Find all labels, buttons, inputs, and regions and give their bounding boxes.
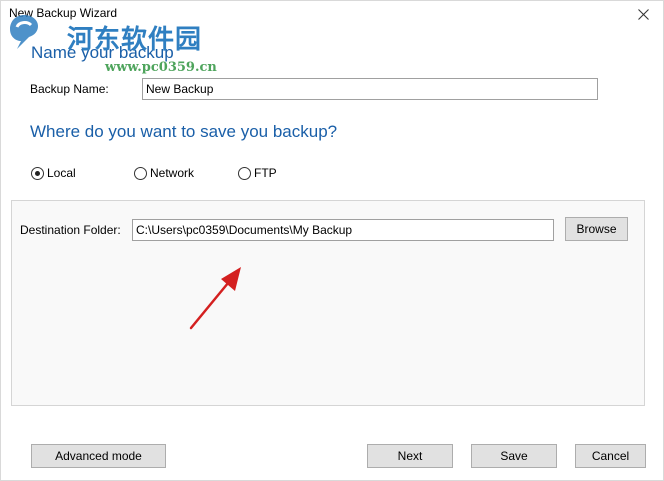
backup-name-label: Backup Name:: [30, 82, 109, 96]
new-backup-wizard-window: New Backup Wizard Name your backup 河东软件园…: [0, 0, 664, 481]
window-title: New Backup Wizard: [9, 6, 118, 20]
close-icon: [637, 8, 649, 20]
backup-name-input[interactable]: New Backup: [142, 78, 598, 100]
radio-ftp-label: FTP: [254, 166, 277, 180]
radio-network[interactable]: Network: [134, 166, 194, 180]
destination-folder-label: Destination Folder:: [20, 223, 121, 237]
radio-network-label: Network: [150, 166, 195, 180]
browse-button[interactable]: Browse: [565, 217, 628, 241]
close-button[interactable]: [629, 3, 657, 25]
title-bar: New Backup Wizard: [1, 1, 663, 27]
save-location-heading: Where do you want to save you backup?: [30, 122, 338, 141]
radio-selected-icon: [31, 166, 44, 180]
annotation-arrow-icon: [189, 267, 241, 330]
destination-folder-input[interactable]: C:\Users\pc0359\Documents\My Backup: [132, 219, 554, 241]
radio-unselected-icon: [134, 166, 147, 180]
radio-local-label: Local: [47, 166, 76, 180]
name-backup-heading: Name your backup: [31, 43, 174, 62]
save-button[interactable]: Save: [471, 444, 557, 468]
radio-unselected-icon: [238, 166, 251, 180]
radio-local[interactable]: Local: [31, 166, 76, 180]
radio-ftp[interactable]: FTP: [238, 166, 277, 180]
watermark-url: www.pc0359.cn: [105, 60, 217, 75]
advanced-mode-button[interactable]: Advanced mode: [31, 444, 166, 468]
cancel-button[interactable]: Cancel: [575, 444, 646, 468]
next-button[interactable]: Next: [367, 444, 453, 468]
